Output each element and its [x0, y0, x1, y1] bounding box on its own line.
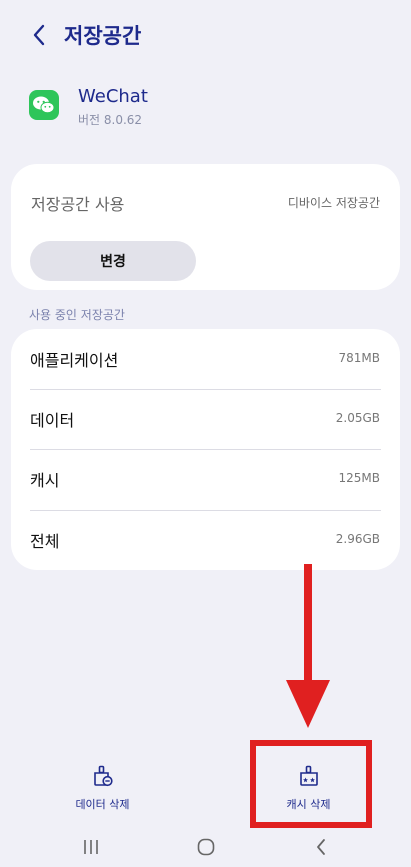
- nav-back-icon: [317, 839, 325, 855]
- change-button[interactable]: 변경: [30, 241, 196, 281]
- storage-location-card: 저장공간 사용 디바이스 저장공간 변경: [11, 164, 400, 290]
- app-version: 버전 8.0.62: [78, 113, 143, 127]
- app-info: WeChat 버전 8.0.62: [0, 84, 411, 134]
- usage-row-label: 캐시: [30, 471, 60, 490]
- home-icon: [197, 838, 215, 856]
- app-name: WeChat: [78, 86, 148, 107]
- usage-row-label: 데이터: [30, 411, 75, 430]
- nav-back-button[interactable]: [306, 835, 336, 859]
- clear-data-label: 데이터 삭제: [75, 798, 130, 811]
- usage-row-value: 2.96GB: [335, 532, 380, 546]
- home-button[interactable]: [191, 835, 221, 859]
- system-nav-bar: [0, 829, 411, 867]
- usage-row-cache: 캐시 125MB: [11, 449, 400, 509]
- back-arrow-icon: [33, 24, 45, 46]
- back-button[interactable]: [22, 18, 56, 52]
- clear-data-icon: [93, 765, 113, 787]
- usage-row-total: 전체 2.96GB: [11, 510, 400, 570]
- top-app-bar: 저장공간: [0, 0, 411, 70]
- storage-location-label: 저장공간 사용: [31, 195, 125, 214]
- page-title: 저장공간: [64, 24, 142, 48]
- storage-location-value: 디바이스 저장공간: [287, 196, 380, 210]
- usage-row-value: 2.05GB: [335, 411, 380, 425]
- usage-row-data: 데이터 2.05GB: [11, 389, 400, 449]
- wechat-icon: [29, 90, 59, 120]
- usage-row-label: 애플리케이션: [30, 351, 119, 370]
- recents-icon: [84, 840, 98, 854]
- usage-row-value: 125MB: [338, 471, 381, 485]
- usage-section-label: 사용 중인 저장공간: [29, 308, 125, 322]
- usage-row-application: 애플리케이션 781MB: [11, 329, 400, 389]
- usage-row-label: 전체: [30, 532, 60, 551]
- annotation-arrow: [286, 564, 330, 728]
- clear-data-button[interactable]: 데이터 삭제: [0, 745, 205, 825]
- usage-card: 애플리케이션 781MB 데이터 2.05GB 캐시 125MB 전체 2.96…: [11, 329, 400, 570]
- highlight-box: [250, 740, 372, 828]
- usage-row-value: 781MB: [338, 351, 381, 365]
- recents-button[interactable]: [76, 835, 106, 859]
